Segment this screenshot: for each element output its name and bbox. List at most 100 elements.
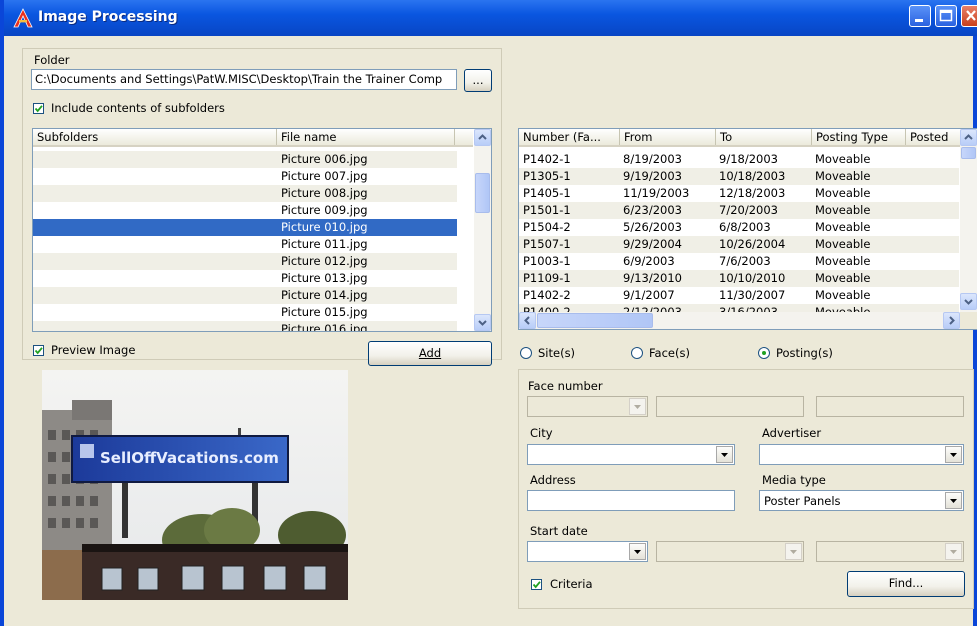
chevron-down-icon [634,550,641,554]
checkmark-icon [532,581,541,589]
chevron-down-icon [950,550,957,554]
file-list-row[interactable]: Picture 014.jpg [33,287,457,304]
posting-row[interactable]: P1402-2 9/1/2007 11/30/2007 Moveable [519,287,959,304]
scroll-thumb[interactable] [475,173,490,213]
posting-row[interactable]: P1504-2 5/26/2003 6/8/2003 Moveable [519,219,959,236]
posting-row[interactable]: P1305-1 9/19/2003 10/18/2003 Moveable [519,168,959,185]
criteria-checkbox[interactable] [531,579,542,590]
posting-type-cell: Moveable [815,288,871,302]
start-date-dropdown-button[interactable] [629,543,646,560]
posting-row[interactable]: P1109-1 9/13/2010 10/10/2010 Moveable [519,270,959,287]
close-button[interactable] [961,5,977,27]
scroll-up-button[interactable] [474,129,491,146]
preview-image-checkbox[interactable] [33,345,44,356]
postings-scroll-up-button[interactable] [960,129,977,146]
address-label: Address [530,473,576,487]
postings-scroll-down-button[interactable] [960,293,977,310]
file-list-row[interactable]: Picture 011.jpg [33,236,457,253]
postings-scroll-right-button[interactable] [943,312,960,329]
add-button[interactable]: Add [368,341,492,366]
file-list-row[interactable]: Picture 006.jpg [33,151,457,168]
face-number-combo [527,396,648,417]
postings-scroll-thumb[interactable] [961,147,976,159]
column-header-subfolders[interactable]: Subfolders [33,129,277,145]
minimize-button[interactable] [909,5,931,27]
posting-row[interactable]: P1003-1 6/9/2003 7/6/2003 Moveable [519,253,959,270]
scroll-down-button[interactable] [474,314,491,331]
posting-type-cell: Moveable [815,220,871,234]
address-field[interactable] [527,490,735,511]
preview-image: SellOffVacations.com [42,370,348,600]
include-subfolders-label: Include contents of subfolders [51,101,225,115]
postings-scroll-left-button[interactable] [519,312,536,329]
posting-type-cell: Moveable [815,271,871,285]
postings-list[interactable]: Number (Fa... From To Posting Type Poste… [518,128,977,330]
posting-to-cell: 10/10/2010 [719,271,786,285]
chevron-down-icon [790,550,797,554]
column-header-file-name[interactable]: File name [277,129,455,145]
posting-row[interactable]: P1402-1 8/19/2003 9/18/2003 Moveable [519,151,959,168]
face-number-field-3 [816,396,964,417]
city-dropdown-button[interactable] [716,446,733,463]
postings-hscroll-thumb[interactable] [537,313,653,328]
advertiser-label: Advertiser [762,426,822,440]
postings-radio[interactable] [758,347,770,359]
posting-to-cell: 12/18/2003 [719,186,786,200]
file-list-row[interactable]: Picture 009.jpg [33,202,457,219]
posting-number-cell: P1402-2 [523,288,571,302]
browse-button[interactable]: ... [464,69,492,92]
file-name-cell: Picture 015.jpg [281,305,368,319]
media-type-dropdown-button[interactable] [945,492,962,509]
posting-from-cell: 9/19/2003 [623,169,682,183]
postings-horizontal-scrollbar[interactable] [519,312,960,329]
media-type-combo[interactable]: Poster Panels [759,490,964,511]
column-header-from[interactable]: From [620,129,716,145]
minimize-icon [915,19,923,22]
advertiser-combo[interactable] [759,444,964,465]
column-header-number[interactable]: Number (Fa... [519,129,620,145]
maximize-icon [939,9,953,22]
posting-to-cell: 11/30/2007 [719,288,786,302]
billboard-text: SellOffVacations.com [100,449,279,467]
file-list[interactable]: Subfolders File name Picture 006.jpg Pict… [32,128,492,332]
chevron-down-icon [950,453,957,457]
file-name-cell: Picture 016.jpg [281,322,368,332]
column-header-posting-type[interactable]: Posting Type [812,129,906,145]
posting-number-cell: P1507-1 [523,237,571,251]
app-icon [13,8,33,28]
postings-vertical-scrollbar[interactable] [960,129,977,312]
file-list-row[interactable]: Picture 007.jpg [33,168,457,185]
end-date-combo [816,541,964,562]
file-list-row[interactable]: Picture 010.jpg [33,219,457,236]
start-date-combo[interactable] [527,541,648,562]
column-header-to[interactable]: To [716,129,812,145]
posting-type-cell: Moveable [815,169,871,183]
maximize-button[interactable] [935,5,957,27]
advertiser-dropdown-button[interactable] [945,446,962,463]
sites-radio[interactable] [520,347,532,359]
posting-number-cell: P1109-1 [523,271,571,285]
posting-row[interactable]: P1501-1 6/23/2003 7/20/2003 Moveable [519,202,959,219]
file-list-row[interactable]: Picture 008.jpg [33,185,457,202]
posting-row[interactable]: P1507-1 9/29/2004 10/26/2004 Moveable [519,236,959,253]
city-combo[interactable] [527,444,735,465]
file-list-scrollbar[interactable] [474,129,491,331]
include-subfolders-checkbox[interactable] [33,103,44,114]
title-bar[interactable]: Image Processing [4,0,977,36]
file-list-row[interactable]: Picture 013.jpg [33,270,457,287]
checkmark-icon [34,105,43,113]
posting-row[interactable]: P1405-1 11/19/2003 12/18/2003 Moveable [519,185,959,202]
chevron-down-icon [634,405,641,409]
file-name-cell: Picture 007.jpg [281,169,368,183]
scroll-up-icon [478,134,487,140]
file-list-row[interactable]: Picture 016.jpg [33,321,457,332]
faces-radio[interactable] [631,347,643,359]
find-button[interactable]: Find... [847,571,965,597]
find-button-label: Find... [888,576,924,590]
column-header-posted[interactable]: Posted [906,129,966,145]
file-list-row[interactable]: Picture 012.jpg [33,253,457,270]
folder-path-field[interactable]: C:\Documents and Settings\PatW.MISC\Desk… [31,69,457,90]
file-list-row[interactable]: Picture 015.jpg [33,304,457,321]
posting-from-cell: 5/26/2003 [623,220,682,234]
postings-list-header: Number (Fa... From To Posting Type Poste… [519,129,977,147]
